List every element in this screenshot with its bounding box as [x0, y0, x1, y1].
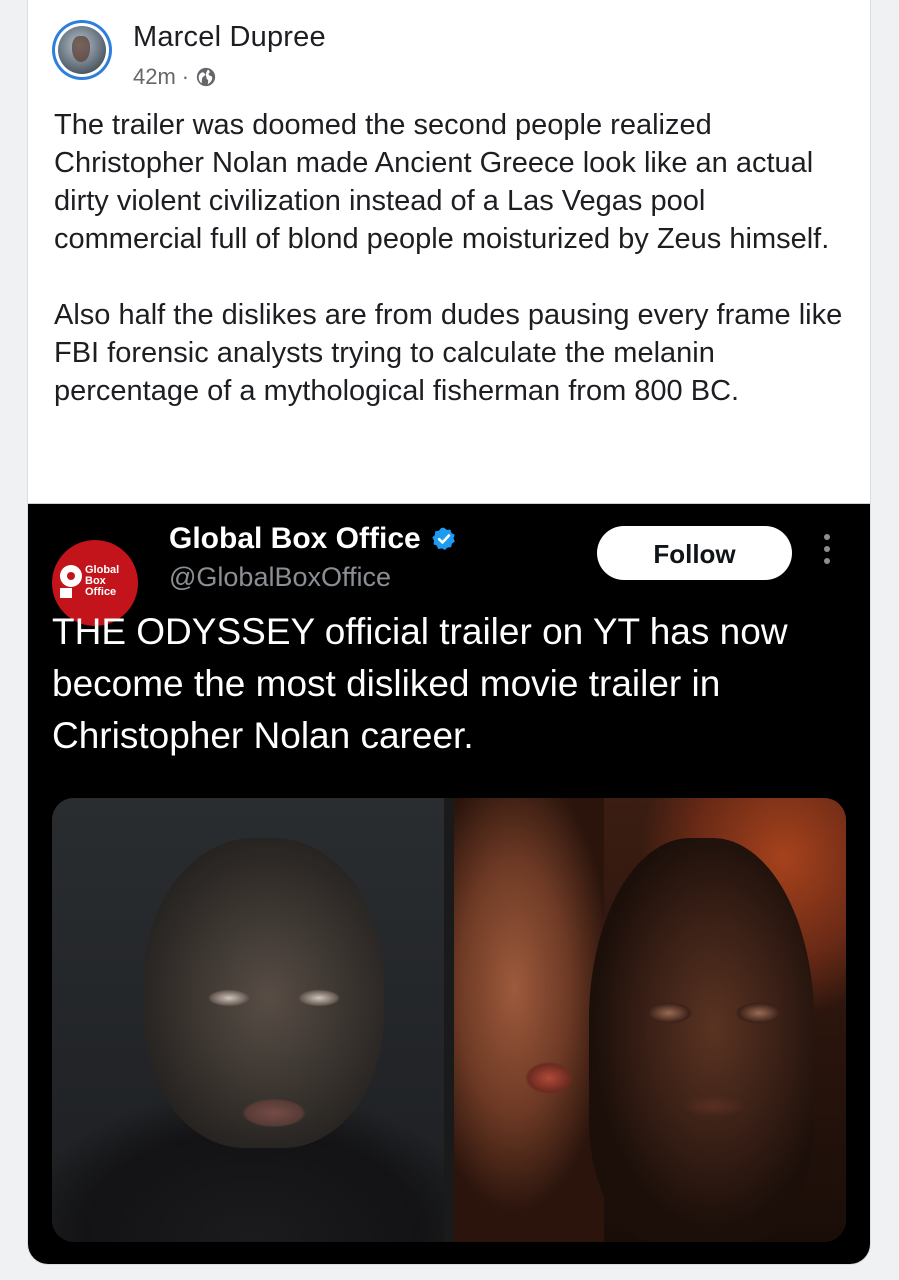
avatar[interactable] [52, 20, 112, 80]
bearded-man-face [454, 798, 604, 1242]
avatar-frame [55, 23, 109, 77]
soot-covered-face [144, 838, 384, 1148]
post-time[interactable]: 42m [133, 64, 176, 90]
account-name[interactable]: Global Box Office [169, 522, 421, 556]
media-image-left[interactable] [52, 798, 444, 1242]
account-handle[interactable]: @GlobalBoxOffice [169, 562, 391, 593]
film-reel-icon [60, 565, 82, 587]
embedded-tweet[interactable]: Global Box Office Global Box Office @Glo… [28, 503, 870, 1264]
tweet-media[interactable] [52, 798, 846, 1242]
more-dot [824, 546, 830, 552]
globe-icon[interactable] [195, 66, 217, 88]
more-dot [824, 558, 830, 564]
verified-badge-icon [432, 527, 455, 551]
post-meta: 42m · [133, 64, 217, 90]
media-image-right[interactable] [454, 798, 846, 1242]
logo-text: Global Box Office [85, 565, 135, 598]
post-body: The trailer was doomed the second people… [54, 106, 844, 410]
more-dot [824, 534, 830, 540]
post-paragraph: The trailer was doomed the second people… [54, 109, 830, 255]
author-name[interactable]: Marcel Dupree [133, 21, 326, 54]
tweet-text: THE ODYSSEY official trailer on YT has n… [52, 611, 788, 756]
avatar-image [58, 26, 106, 74]
woman-face [589, 838, 814, 1242]
camera-icon [60, 588, 72, 598]
more-vertical-icon[interactable] [818, 534, 836, 572]
post-paragraph: Also half the dislikes are from dudes pa… [54, 299, 843, 407]
meta-separator: · [181, 64, 190, 89]
account-name-row: Global Box Office [169, 522, 457, 556]
post-card: Marcel Dupree 42m · The trailer was doom… [28, 0, 870, 1264]
logo-line: Office [85, 586, 117, 598]
follow-button[interactable]: Follow [597, 526, 792, 580]
